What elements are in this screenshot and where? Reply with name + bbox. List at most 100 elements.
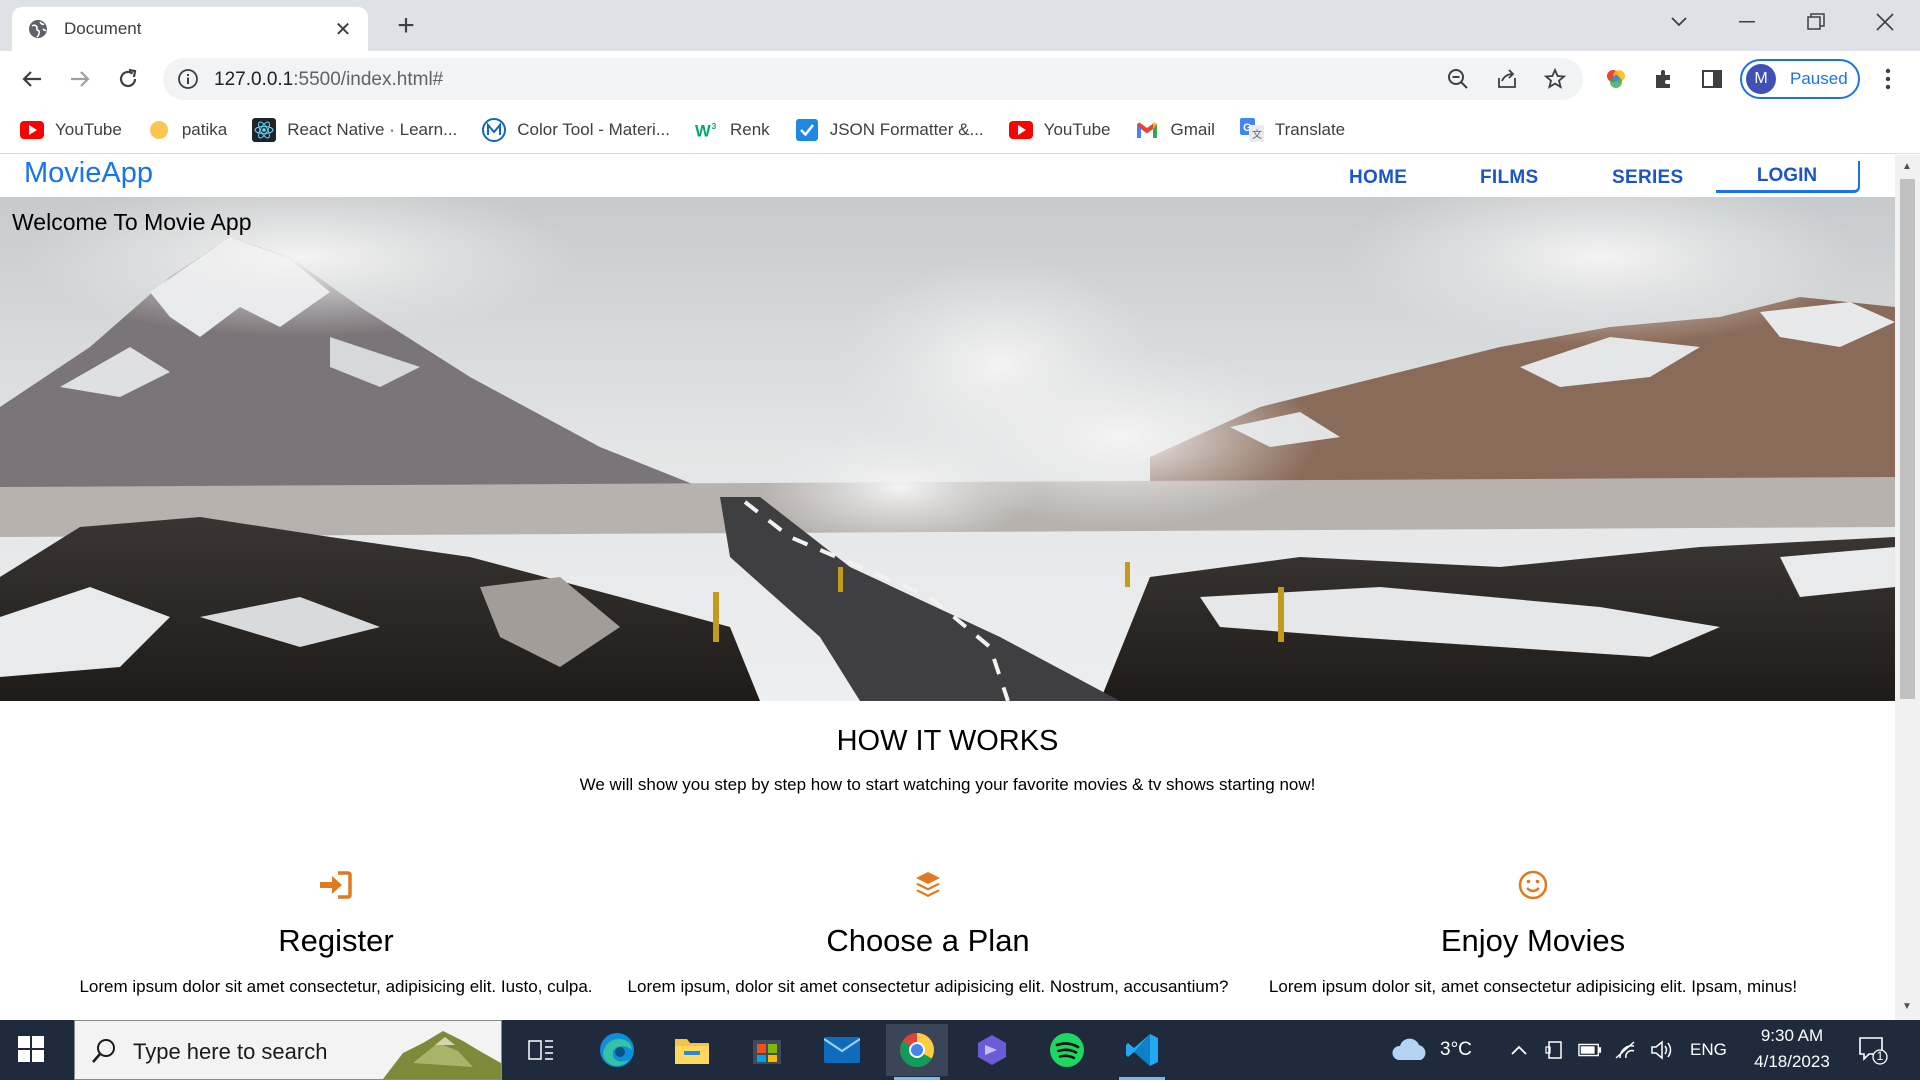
wifi-icon[interactable]	[1614, 1038, 1638, 1062]
device-icon[interactable]	[1543, 1038, 1567, 1062]
close-tab-icon[interactable]: ✕	[332, 17, 354, 42]
svg-text:文: 文	[1252, 128, 1262, 141]
bookmark-item[interactable]: Gmail	[1135, 118, 1215, 142]
layers-icon	[908, 865, 948, 905]
globe-icon	[28, 19, 48, 39]
bookmark-label: Renk	[730, 119, 770, 139]
address-bar[interactable]: 127.0.0.1:5500/index.html#	[163, 58, 1583, 100]
clock-date[interactable]: 4/18/2023	[1746, 1052, 1838, 1072]
spotify-icon[interactable]	[1036, 1024, 1098, 1076]
bookmark-item[interactable]: YouTube	[1008, 118, 1111, 142]
chrome-icon[interactable]	[886, 1024, 948, 1080]
task-view-icon[interactable]	[510, 1024, 572, 1076]
hero-banner: Welcome To Movie App	[0, 197, 1895, 701]
bookmark-label: Gmail	[1170, 119, 1215, 139]
sign-in-icon	[316, 865, 356, 905]
taskbar-search-box[interactable]: Type here to search	[74, 1020, 502, 1080]
bookmark-label: YouTube	[1043, 119, 1111, 139]
scroll-down-arrow[interactable]: ▼	[1902, 1001, 1912, 1012]
close-window-button[interactable]	[1857, 0, 1913, 44]
smile-icon	[1513, 865, 1553, 905]
search-icon	[91, 1038, 117, 1064]
browser-toolbar: 127.0.0.1:5500/index.html# M Paused	[0, 51, 1920, 106]
url-path: :5500/index.html#	[293, 69, 444, 90]
svg-text:W: W	[695, 121, 711, 140]
profile-status: Paused	[1790, 69, 1848, 88]
react-icon	[252, 117, 277, 142]
forward-button[interactable]	[62, 61, 98, 97]
site-brand[interactable]: MovieApp	[24, 157, 153, 190]
side-panel-icon[interactable]	[1699, 66, 1725, 92]
windows-taskbar: Type here to search 3°C ENG 9:30 AM 4/18…	[0, 1020, 1920, 1080]
step-description: Lorem ipsum dolor sit, amet consectetur …	[1268, 977, 1798, 996]
bookmark-item[interactable]: patika	[147, 118, 227, 142]
bookmark-item[interactable]: JSON Formatter &...	[795, 118, 984, 142]
color-extension-icon[interactable]	[1603, 66, 1629, 92]
bookmark-label: Color Tool - Materi...	[517, 119, 670, 139]
edge-icon[interactable]	[586, 1024, 648, 1076]
profile-button[interactable]: M Paused	[1740, 59, 1860, 99]
page-scrollbar[interactable]: ▲ ▼	[1895, 155, 1920, 1020]
chevron-up-icon[interactable]	[1507, 1038, 1531, 1062]
step-description: Lorem ipsum dolor sit amet consectetur, …	[79, 977, 593, 996]
bookmark-item[interactable]: W3 Renk	[695, 118, 770, 142]
reload-button[interactable]	[110, 61, 146, 97]
step-register: Register Lorem ipsum dolor sit amet cons…	[16, 865, 656, 997]
bookmark-item[interactable]: YouTube	[20, 118, 122, 142]
file-explorer-icon[interactable]	[661, 1024, 723, 1076]
mail-icon[interactable]	[811, 1024, 873, 1076]
microsoft-store-icon[interactable]	[736, 1024, 798, 1076]
browser-tab[interactable]: Document ✕	[12, 7, 368, 51]
weather-cloud-icon[interactable]	[1390, 1038, 1430, 1062]
zoom-icon[interactable]	[1446, 67, 1470, 91]
nav-home-link[interactable]: HOME	[1349, 167, 1407, 189]
svg-text:G: G	[1243, 122, 1252, 134]
weather-temperature[interactable]: 3°C	[1440, 1039, 1472, 1061]
tab-search-icon[interactable]	[1651, 0, 1707, 44]
tab-title: Document	[64, 19, 142, 38]
bookmark-label: YouTube	[55, 119, 122, 139]
bookmarks-bar: YouTube patika React Native · Learn... C…	[0, 106, 1920, 154]
vscode-icon[interactable]	[1111, 1024, 1173, 1080]
share-icon[interactable]	[1495, 67, 1519, 91]
scrollbar-thumb[interactable]	[1900, 179, 1915, 699]
step-title: Enjoy Movies	[1440, 923, 1626, 958]
scroll-up-arrow[interactable]: ▲	[1902, 161, 1912, 172]
how-it-works-title: HOW IT WORKS	[836, 725, 1059, 757]
w3-icon: W3	[695, 118, 719, 142]
step-enjoy-movies: Enjoy Movies Lorem ipsum dolor sit, amet…	[1213, 865, 1853, 997]
volume-icon[interactable]	[1650, 1038, 1674, 1062]
bookmark-item[interactable]: Color Tool - Materi...	[482, 117, 670, 142]
bookmark-star-icon[interactable]	[1543, 67, 1567, 91]
nav-films-link[interactable]: FILMS	[1480, 167, 1539, 189]
url-host: 127.0.0.1	[214, 69, 294, 90]
clock-time[interactable]: 9:30 AM	[1752, 1026, 1832, 1046]
restore-button[interactable]	[1788, 0, 1844, 44]
youtube-icon	[1008, 118, 1033, 142]
site-info-icon[interactable]	[177, 68, 199, 90]
language-indicator[interactable]: ENG	[1690, 1040, 1727, 1060]
battery-icon[interactable]	[1578, 1038, 1602, 1062]
step-title: Register	[278, 923, 394, 958]
back-button[interactable]	[14, 61, 50, 97]
nav-series-link[interactable]: SERIES	[1612, 167, 1684, 189]
site-navbar: MovieApp HOME FILMS SERIES LOGIN	[0, 155, 1895, 197]
menu-kebab-icon[interactable]	[1875, 66, 1901, 92]
hero-landscape-image	[0, 197, 1895, 701]
step-choose-plan: Choose a Plan Lorem ipsum, dolor sit ame…	[608, 865, 1248, 997]
notifications-icon[interactable]: 1	[1858, 1035, 1888, 1065]
youtube-icon	[20, 118, 44, 142]
bookmark-label: Translate	[1274, 119, 1346, 139]
nav-login-link[interactable]: LOGIN	[1716, 161, 1860, 193]
bookmark-item[interactable]: G文 Translate	[1239, 117, 1346, 142]
extensions-icon[interactable]	[1651, 66, 1677, 92]
new-tab-button[interactable]: +	[390, 9, 422, 42]
step-description: Lorem ipsum, dolor sit amet consectetur …	[627, 977, 1229, 996]
windows-start-icon[interactable]	[18, 1036, 46, 1064]
page-viewport: MovieApp HOME FILMS SERIES LOGIN Welcome…	[0, 155, 1895, 1020]
hero-title: Welcome To Movie App	[12, 209, 252, 235]
minimize-button[interactable]	[1719, 0, 1775, 44]
bookmark-item[interactable]: React Native · Learn...	[252, 117, 457, 142]
tab-strip: Document ✕ +	[0, 0, 1920, 51]
power-automate-icon[interactable]	[961, 1024, 1023, 1076]
